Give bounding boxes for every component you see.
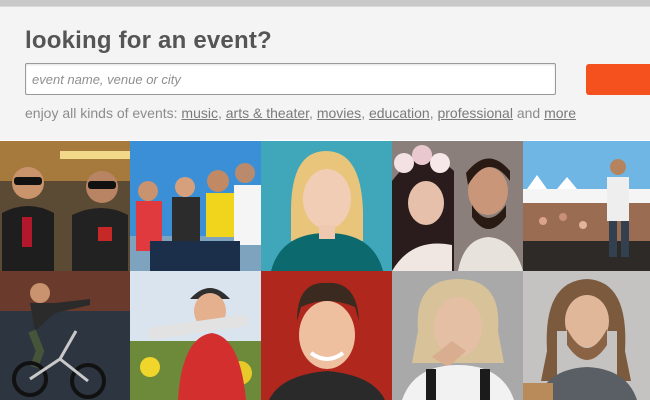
festival-guitarist-photo[interactable] <box>523 141 650 271</box>
category-link-more[interactable]: more <box>544 105 576 121</box>
woman-with-hand-on-chin-photo[interactable] <box>392 271 523 400</box>
categories-intro-text: enjoy all kinds of events: <box>25 105 182 121</box>
page-headline: looking for an event? <box>25 27 272 54</box>
category-link-professional[interactable]: professional <box>437 105 513 121</box>
category-link-music[interactable]: music <box>181 105 218 121</box>
man-on-red-background-photo[interactable] <box>261 271 392 400</box>
bearded-man-with-guitar-photo[interactable] <box>523 271 650 400</box>
bmx-rider-photo[interactable] <box>0 271 130 400</box>
guitarist-in-cap-photo[interactable] <box>130 271 261 400</box>
category-link-arts-theater[interactable]: arts & theater <box>226 105 309 121</box>
category-links: enjoy all kinds of events: music, arts &… <box>25 105 577 121</box>
couple-with-flower-crown-photo[interactable] <box>392 141 523 271</box>
category-link-movies[interactable]: movies <box>317 105 361 121</box>
duo-in-sunglasses-photo[interactable] <box>0 141 130 271</box>
search-panel: looking for an event? enjoy all kinds of… <box>0 6 650 140</box>
search-button[interactable] <box>586 64 650 95</box>
group-on-steps-photo[interactable] <box>130 141 261 271</box>
blonde-woman-portrait-photo[interactable] <box>261 141 392 271</box>
category-link-education[interactable]: education <box>369 105 430 121</box>
event-photo-grid <box>0 141 650 400</box>
event-search-input[interactable] <box>25 63 556 95</box>
categories-and-text: and <box>512 105 545 121</box>
